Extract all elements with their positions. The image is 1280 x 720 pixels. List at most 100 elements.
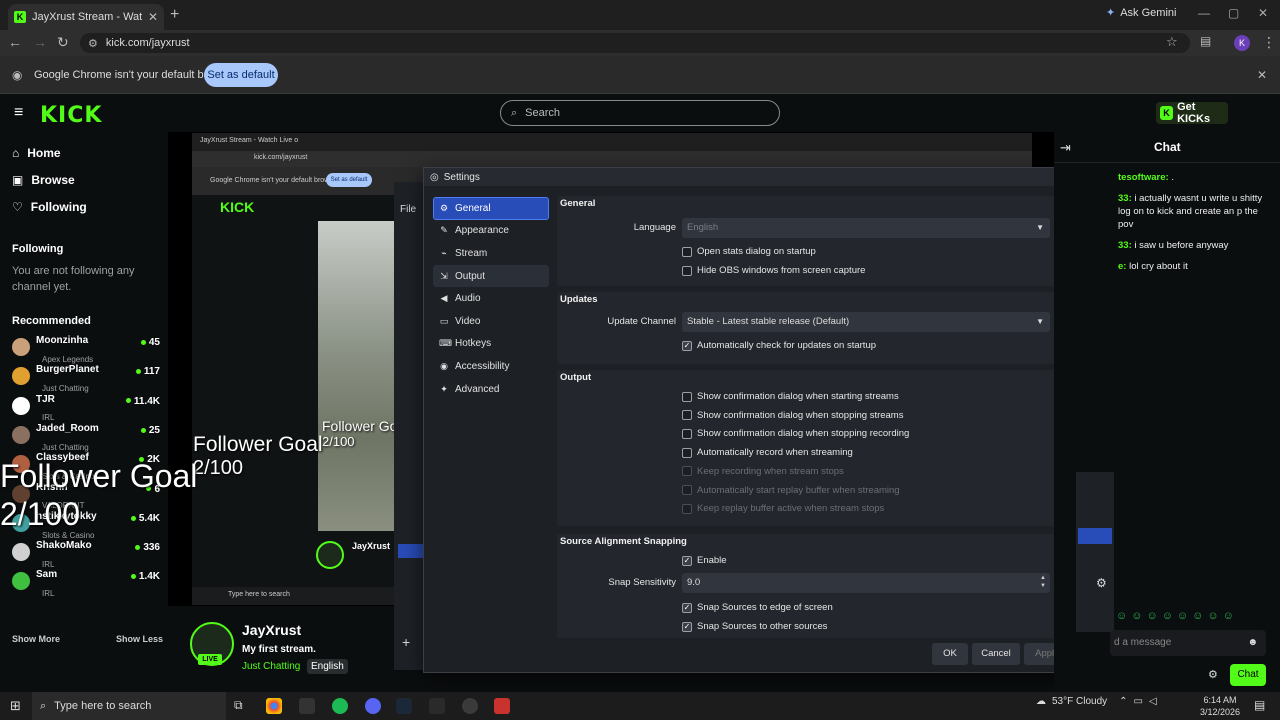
close-window-icon[interactable]: ✕ [1258, 6, 1268, 20]
chat-text: i actually wasnt u write u shitty log on… [1118, 193, 1263, 230]
browser-tab[interactable]: K JayXrust Stream - Watch Live o ✕ [8, 4, 164, 30]
emoji-icon[interactable]: ☻ [1247, 630, 1258, 656]
ok-button[interactable]: OK [932, 643, 968, 665]
chat-settings-gear-icon[interactable]: ⚙ [1208, 668, 1218, 681]
output-option-checkbox[interactable]: Keep replay buffer active when stream st… [682, 503, 884, 514]
side-panel-icon[interactable]: ▤ [1200, 34, 1211, 48]
set-default-button[interactable]: Set as default [204, 63, 278, 87]
search-input[interactable]: ⌕ Search [500, 100, 780, 126]
site-info-icon[interactable]: ⚙ [88, 37, 98, 50]
recommended-channel[interactable]: Sam IRL 1.4K [12, 569, 160, 598]
chat-input[interactable]: d a message ☻ [1110, 630, 1266, 656]
network-icon[interactable]: ▭ [1134, 696, 1143, 707]
output-option-checkbox[interactable]: Show confirmation dialog when stopping r… [682, 428, 909, 439]
forward-icon[interactable]: → [33, 34, 47, 50]
category-stream[interactable]: ⌁ Stream [433, 242, 549, 265]
address-bar[interactable]: ⚙ kick.com/jayxrust [80, 33, 1190, 53]
category-video[interactable]: ▭ Video [433, 310, 549, 333]
hamburger-menu-icon[interactable]: ≡ [14, 104, 23, 122]
output-option-checkbox[interactable]: Automatically start replay buffer when s… [682, 485, 900, 496]
recommended-channel[interactable]: Moonzinha Apex Legends 45 [12, 335, 160, 364]
output-option-checkbox[interactable]: Keep recording when stream stops [682, 466, 844, 477]
chrome-taskbar-icon[interactable] [266, 698, 282, 714]
menu-kebab-icon[interactable]: ⋮ [1262, 34, 1276, 51]
notification-icon[interactable]: ▤ [1254, 698, 1265, 712]
obs-file-menu[interactable]: File [400, 204, 416, 215]
obs-icon: ◎ [430, 171, 439, 183]
spin-arrows-icon[interactable]: ▲ ▼ [1040, 574, 1046, 590]
taskbar-search-input[interactable]: ⌕ Type here to search [32, 692, 226, 720]
kick-logo[interactable]: KICK [40, 103, 102, 128]
close-infobar-icon[interactable]: ✕ [1257, 68, 1267, 82]
chat-username[interactable]: 33: [1118, 240, 1132, 251]
snap-sensitivity-spinbox[interactable]: 9.0 ▲ ▼ [682, 573, 1050, 593]
get-kicks-button[interactable]: K Get KICKs [1156, 101, 1228, 125]
minimize-icon[interactable]: — [1198, 6, 1210, 20]
language-select[interactable]: English ▼ [682, 218, 1050, 238]
open-stats-checkbox[interactable]: Open stats dialog on startup [682, 246, 816, 257]
nav-browse[interactable]: ▣ Browse [12, 173, 75, 187]
new-tab-icon[interactable]: + [170, 6, 179, 24]
streamer-name[interactable]: JayXrust [242, 622, 301, 638]
chat-send-button[interactable]: Chat [1230, 664, 1266, 686]
snap-other-checkbox[interactable]: ✓ Snap Sources to other sources [682, 621, 827, 632]
output-option-checkbox[interactable]: Show confirmation dialog when stopping s… [682, 410, 903, 421]
show-more-link[interactable]: Show More [12, 634, 60, 644]
discord-taskbar-icon[interactable] [365, 698, 381, 714]
nav-home[interactable]: ⌂ Home [12, 146, 61, 160]
chat-username[interactable]: tesoftware: [1118, 172, 1169, 183]
recommended-channel[interactable]: BurgerPlanet Just Chatting 117 [12, 364, 160, 393]
chat-username[interactable]: 33: [1118, 193, 1132, 204]
category-general[interactable]: ⚙ General [433, 197, 549, 220]
taskbar-clock[interactable]: 6:14 AM 3/12/2026 [1200, 694, 1240, 718]
category-accessibility[interactable]: ◉ Accessibility [433, 355, 549, 378]
maximize-icon[interactable]: ▢ [1228, 6, 1239, 20]
volume-icon[interactable]: ◁ [1149, 696, 1157, 707]
output-option-checkbox[interactable]: Automatically record when streaming [682, 447, 853, 458]
bookmark-star-icon[interactable]: ☆ [1166, 34, 1178, 50]
recommended-channel[interactable]: TJR IRL 11.4K [12, 394, 160, 422]
obs-taskbar-icon[interactable] [462, 698, 478, 714]
chevron-up-icon[interactable]: ⌃ [1119, 696, 1127, 707]
category-appearance[interactable]: ✎ Appearance [433, 220, 549, 243]
auto-update-checkbox[interactable]: ✓ Automatically check for updates on star… [682, 340, 876, 351]
close-tab-icon[interactable]: ✕ [148, 10, 158, 24]
windows-start-icon[interactable]: ⊞ [10, 698, 21, 714]
app-taskbar-icon[interactable] [299, 698, 315, 714]
output-option-label: Show confirmation dialog when starting s… [697, 391, 899, 402]
chat-username[interactable]: e: [1118, 261, 1126, 272]
weather-text[interactable]: 53°F Cloudy [1052, 696, 1107, 707]
spotify-taskbar-icon[interactable] [332, 698, 348, 714]
checkbox-box [682, 246, 692, 257]
steam-taskbar-icon[interactable] [396, 698, 412, 714]
update-channel-select[interactable]: Stable - Latest stable release (Default)… [682, 312, 1050, 332]
task-view-icon[interactable]: ⧉ [234, 698, 243, 713]
category-advanced[interactable]: ✦ Advanced [433, 378, 549, 401]
gear-icon[interactable]: ⚙ [1096, 576, 1107, 590]
cancel-button[interactable]: Cancel [972, 643, 1020, 665]
stream-category[interactable]: Just Chatting [242, 661, 300, 672]
collapse-chat-icon[interactable]: ⇥ [1060, 140, 1071, 156]
emote-row-icons[interactable]: ☺☺☺☺☺☺☺☺ [1116, 610, 1266, 624]
recommended-channel[interactable]: ShakoMako IRL 336 [12, 540, 160, 569]
app-taskbar-icon[interactable] [494, 698, 510, 714]
nav-following[interactable]: ♡ Following [12, 200, 87, 214]
show-less-link[interactable]: Show Less [116, 634, 163, 644]
hide-obs-checkbox[interactable]: Hide OBS windows from screen capture [682, 265, 865, 276]
category-output[interactable]: ⇲ Output [433, 264, 549, 288]
back-icon[interactable]: ← [8, 34, 22, 50]
stream-language-tag[interactable]: English [307, 659, 348, 674]
viewer-count: 11.4K [126, 396, 160, 407]
obs-add-scene-icon[interactable]: + [402, 634, 410, 650]
output-option-checkbox[interactable]: Show confirmation dialog when starting s… [682, 391, 899, 402]
category-audio[interactable]: ◀ Audio [433, 287, 549, 310]
reload-icon[interactable]: ↻ [57, 34, 69, 51]
recommended-channel[interactable]: Jaded_Room Just Chatting 25 [12, 423, 160, 452]
snapping-enable-checkbox[interactable]: ✓ Enable [682, 555, 727, 566]
category-hotkeys[interactable]: ⌨ Hotkeys [433, 333, 549, 356]
ask-gemini-button[interactable]: ✦ Ask Gemini [1106, 6, 1176, 20]
profile-avatar[interactable]: K [1234, 35, 1250, 51]
snap-edge-checkbox[interactable]: ✓ Snap Sources to edge of screen [682, 602, 833, 613]
category-label: Audio [455, 293, 481, 305]
app-taskbar-icon[interactable] [429, 698, 445, 714]
